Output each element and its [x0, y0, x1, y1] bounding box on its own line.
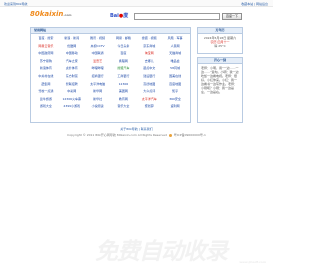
search-input[interactable] [134, 13, 220, 20]
site-link[interactable]: 哔哩哔哩 [85, 65, 111, 72]
calendar-weather: 晴 25°C [214, 44, 226, 48]
site-link[interactable]: 虎扑体育 [59, 65, 85, 72]
footer-copyright: Copyright © 2011 80k开心网导航 80kaixin.com A… [0, 133, 273, 137]
logo-main: 80kaixin [30, 10, 64, 18]
site-link[interactable]: 苏宁易购 [33, 58, 59, 65]
site-link[interactable]: 百度 · 搜索 [33, 35, 59, 42]
watermark: 免费自动收录 www.jinsdf.com [95, 232, 270, 265]
site-link[interactable]: 游戏大全 [33, 103, 59, 110]
site-logo[interactable]: 80kaixin.com [30, 10, 72, 18]
site-link[interactable]: 起点中文 [136, 65, 162, 72]
footer-links[interactable]: 关于80k导航 | 联系我们 [0, 127, 273, 131]
site-link[interactable]: 太平洋电脑 [85, 81, 111, 88]
site-link[interactable]: 4399小游戏 [59, 103, 85, 110]
site-link[interactable]: 东方财富 [59, 73, 85, 80]
site-link[interactable]: 新华网 [85, 88, 111, 95]
site-link[interactable]: 12306 [111, 81, 137, 88]
site-link[interactable]: 工商银行 [111, 73, 137, 80]
site-link[interactable]: 小说阅读 [85, 103, 111, 110]
site-link[interactable]: 百度地图 [162, 81, 188, 88]
site-link[interactable]: 音乐大全 [111, 103, 137, 110]
site-link[interactable]: 淘宝网 [136, 50, 162, 57]
calendar-panel: 万年历 2024年5月18日 星期六 农历 四月十一 晴 25°C [197, 27, 243, 54]
site-link[interactable]: 返利网 [162, 103, 188, 110]
site-link[interactable]: 知乎 [162, 88, 188, 95]
bookmark-links[interactable]: 收藏本站 | 网站后台 [241, 2, 268, 6]
site-link[interactable]: 赶集网 [33, 81, 59, 88]
baidu-logo: Bai●度 [110, 12, 132, 19]
site-link[interactable]: 央视CCTV [85, 43, 111, 50]
site-link[interactable]: 百度 [111, 50, 137, 57]
watermark-site: www.jinsdf.com [239, 260, 266, 264]
site-link[interactable]: 新浪体育 [33, 65, 59, 72]
site-link[interactable]: 中彩网 [59, 88, 85, 95]
baidu-search-button[interactable]: 百度一下 [222, 13, 242, 20]
site-link[interactable]: 聚划算 [136, 103, 162, 110]
site-link[interactable]: 今日头条 [111, 43, 137, 50]
joke-text: 老师：小明，用“一边……一边……”造句。小明：我一边吃饭一边看电视。老师：很好，… [201, 66, 239, 94]
welcome-text: 欢迎来到80k导航 [4, 2, 28, 6]
site-link[interactable]: 建设银行 [136, 73, 162, 80]
site-link[interactable]: 汽车之家 [59, 58, 85, 65]
sites-grid: 百度 · 搜索 新浪 · 新闻 腾讯 · 视频 网易 · 邮箱 搜狐 · 视频 凤凰 · … [31, 34, 190, 111]
police-badge-icon [168, 133, 172, 137]
site-link[interactable]: 腾讯 · 视频 [85, 35, 111, 42]
site-link[interactable]: 新浪 · 新闻 [59, 35, 85, 42]
site-link[interactable]: 国美在线 [162, 73, 188, 80]
site-link[interactable]: 爱奇艺 [85, 58, 111, 65]
site-link[interactable]: 搜狐 · 视频 [136, 35, 162, 42]
site-link[interactable]: 去哪儿 [136, 58, 162, 65]
baidu-logo-du: 度 [123, 13, 129, 19]
site-link[interactable]: 网易 · 邮箱 [111, 35, 137, 42]
site-link[interactable]: 太平洋汽车 [136, 96, 162, 103]
site-link[interactable]: 高德地图 [136, 81, 162, 88]
site-link[interactable]: 12306火车票 [59, 96, 85, 103]
site-link[interactable]: 唯品会 [162, 58, 188, 65]
site-link[interactable]: 搜狐汽车 [111, 65, 137, 72]
site-link[interactable]: 招商银行 [85, 73, 111, 80]
site-link[interactable]: 凤凰 · 军事 [162, 35, 188, 42]
site-link[interactable]: 大众点评 [136, 88, 162, 95]
site-link[interactable]: 中关村在线 [33, 73, 59, 80]
common-sites-panel: 常用网站 百度 · 搜索 新浪 · 新闻 腾讯 · 视频 网易 · 邮箱 搜狐 · 视频… [30, 27, 191, 123]
site-link[interactable]: 中国移动 [59, 50, 85, 57]
baidu-logo-bai: Bai [110, 13, 119, 19]
site-link[interactable]: 人民网 [162, 43, 188, 50]
site-link[interactable]: 中国联通 [85, 50, 111, 57]
logo-suffix: .com [63, 13, 72, 17]
site-link[interactable]: 美团网 [111, 88, 137, 95]
top-bar: 欢迎来到80k导航 收藏本站 | 网站后台 [0, 0, 273, 7]
icp-text[interactable]: 粤ICP备09000000号-1 [174, 133, 206, 137]
site-link[interactable]: 驾校一点通 [33, 88, 59, 95]
joke-panel: 开心一刻 老师：小明，用“一边……一边……”造句。小明：我一边吃饭一边看电视。老… [197, 57, 243, 123]
site-link[interactable]: 优酷网 [59, 43, 85, 50]
watermark-text: 免费自动收录 [95, 239, 228, 265]
site-link[interactable]: 网易云音乐 [33, 43, 59, 50]
site-link[interactable]: 新华社 [85, 96, 111, 103]
site-link[interactable]: 携程网 [111, 58, 137, 65]
site-link[interactable]: 教育网 [111, 96, 137, 103]
site-link[interactable]: 智联招聘 [59, 81, 85, 88]
site-link[interactable]: 天猫商城 [162, 50, 188, 57]
site-link[interactable]: 360安全 [162, 96, 188, 103]
site-link[interactable]: 中国政府网 [33, 50, 59, 57]
site-link[interactable]: 58同城 [162, 65, 188, 72]
site-link[interactable]: 途牛旅游 [33, 96, 59, 103]
site-link[interactable]: 京东商城 [136, 43, 162, 50]
copyright-text: Copyright © 2011 80k开心网导航 80kaixin.com A… [67, 133, 167, 137]
